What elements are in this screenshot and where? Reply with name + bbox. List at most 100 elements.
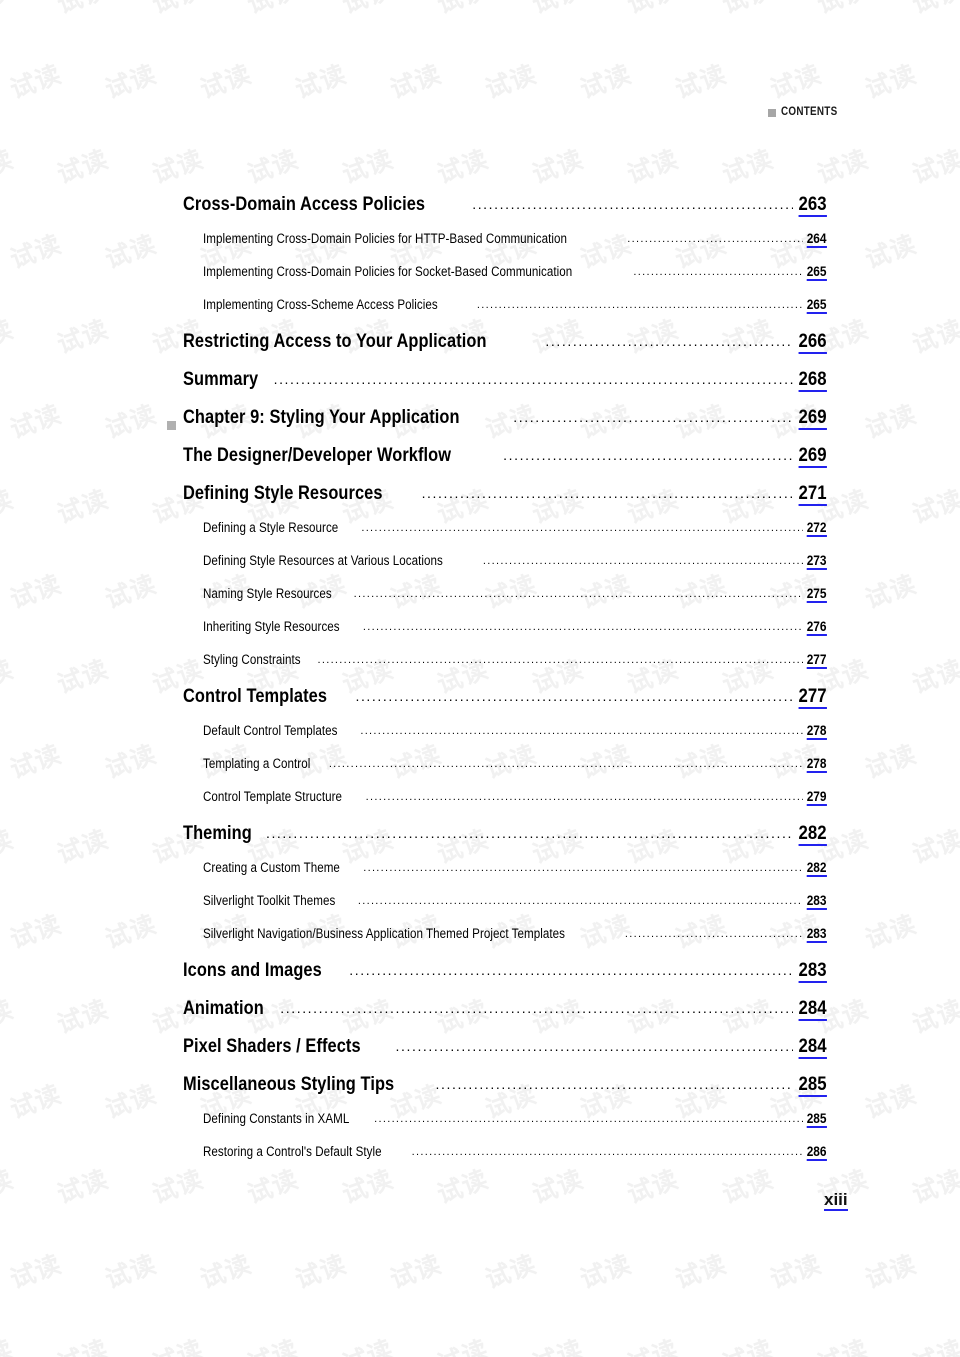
- toc-entry[interactable]: Implementing Cross-Scheme Access Policie…: [167, 297, 827, 330]
- toc-entry-title: Pixel Shaders / Effects: [183, 1035, 361, 1057]
- toc-page-number[interactable]: 285: [799, 1074, 827, 1097]
- toc-entry[interactable]: Summary.................................…: [167, 368, 827, 406]
- toc-entry-title: Chapter 9: Styling Your Application: [183, 406, 460, 428]
- page-number-folio: xiii: [824, 1190, 848, 1211]
- toc-page-number[interactable]: 277: [807, 653, 827, 669]
- toc-page-number[interactable]: 272: [807, 521, 827, 537]
- toc-page-number[interactable]: 263: [799, 194, 827, 217]
- toc-entry-title: Implementing Cross-Scheme Access Policie…: [203, 297, 438, 312]
- toc-entry-title: Restricting Access to Your Application: [183, 330, 487, 352]
- toc-entry[interactable]: Naming Style Resources..................…: [167, 586, 827, 619]
- toc-page-number[interactable]: 284: [799, 1036, 827, 1059]
- toc-leader-dots: ........................................…: [435, 1076, 793, 1092]
- toc-page-number[interactable]: 275: [807, 587, 827, 603]
- toc-leader-dots: ........................................…: [362, 621, 804, 633]
- toc-entry[interactable]: Silverlight Toolkit Themes..............…: [167, 893, 827, 926]
- toc-entry[interactable]: Animation...............................…: [167, 997, 827, 1035]
- toc-page-number[interactable]: 265: [807, 265, 827, 281]
- toc-leader-dots: ........................................…: [273, 371, 794, 387]
- toc-entry-title: Creating a Custom Theme: [203, 860, 340, 875]
- toc-page-number[interactable]: 284: [799, 998, 827, 1021]
- toc-page-number[interactable]: 285: [807, 1112, 827, 1128]
- toc-entry-title: Restoring a Control's Default Style: [203, 1144, 382, 1159]
- toc-entry[interactable]: Control Template Structure..............…: [167, 789, 827, 822]
- toc-entry[interactable]: Styling Constraints.....................…: [167, 652, 827, 685]
- chapter-bullet-icon: [167, 420, 183, 430]
- running-head: CONTENTS: [768, 106, 847, 118]
- toc-entry-title: Defining a Style Resource: [203, 520, 339, 535]
- toc-entry[interactable]: Defining Style Resources at Various Loca…: [167, 553, 827, 586]
- toc-entry[interactable]: Creating a Custom Theme.................…: [167, 860, 827, 893]
- toc-entry[interactable]: Cross-Domain Access Policies............…: [167, 193, 827, 231]
- square-bullet-icon: [768, 109, 777, 117]
- toc-leader-dots: ........................................…: [482, 555, 804, 567]
- toc-page-number[interactable]: 283: [807, 927, 827, 943]
- document-page: CONTENTS Cross-Domain Access Policies...…: [0, 0, 960, 1357]
- toc-entry[interactable]: Restricting Access to Your Application..…: [167, 330, 827, 368]
- toc-entry-title: Control Templates: [183, 685, 328, 707]
- toc-entry[interactable]: Defining Constants in XAML..............…: [167, 1111, 827, 1144]
- toc-page-number[interactable]: 279: [807, 790, 827, 806]
- toc-leader-dots: ........................................…: [361, 522, 803, 534]
- toc-entry[interactable]: Icons and Images........................…: [167, 959, 827, 997]
- toc-leader-dots: ........................................…: [353, 588, 804, 600]
- toc-entry-title: Silverlight Navigation/Business Applicat…: [203, 926, 565, 941]
- toc-page-number[interactable]: 269: [799, 407, 827, 430]
- toc-entry[interactable]: Control Templates.......................…: [167, 685, 827, 723]
- square-bullet-icon: [167, 420, 176, 430]
- toc-entry[interactable]: Restoring a Control's Default Style.....…: [167, 1144, 827, 1177]
- toc-page-number[interactable]: 282: [799, 823, 827, 846]
- toc-leader-dots: ........................................…: [545, 333, 793, 349]
- toc-entry[interactable]: Implementing Cross-Domain Policies for S…: [167, 264, 827, 297]
- toc-leader-dots: ........................................…: [503, 447, 793, 463]
- toc-entry[interactable]: Defining Style Resources................…: [167, 482, 827, 520]
- toc-page-number[interactable]: 264: [807, 232, 827, 248]
- toc-entry[interactable]: Defining a Style Resource...............…: [167, 520, 827, 553]
- toc-entry[interactable]: Templating a Control....................…: [167, 756, 827, 789]
- toc-entry-title: Default Control Templates: [203, 723, 338, 738]
- toc-entry[interactable]: Silverlight Navigation/Business Applicat…: [167, 926, 827, 959]
- toc-page-number[interactable]: 273: [807, 554, 827, 570]
- toc-entry[interactable]: Miscellaneous Styling Tips..............…: [167, 1073, 827, 1111]
- toc-page-number[interactable]: 266: [799, 331, 827, 354]
- toc-leader-dots: ........................................…: [363, 862, 804, 874]
- toc-page-number[interactable]: 282: [807, 861, 827, 877]
- toc-leader-dots: ........................................…: [357, 895, 804, 907]
- toc-page-number[interactable]: 268: [799, 369, 827, 392]
- toc-leader-dots: ........................................…: [349, 962, 794, 978]
- toc-leader-dots: ........................................…: [328, 758, 804, 770]
- toc-page-number[interactable]: 278: [807, 724, 827, 740]
- toc-page-number[interactable]: 269: [799, 445, 827, 468]
- toc-entry-title: Theming: [183, 822, 252, 844]
- toc-leader-dots: ........................................…: [365, 791, 804, 803]
- toc-entry-title: Inheriting Style Resources: [203, 619, 340, 634]
- toc-leader-dots: ........................................…: [633, 266, 804, 278]
- toc-leader-dots: ........................................…: [374, 1113, 804, 1125]
- toc-page-number[interactable]: 283: [799, 960, 827, 983]
- toc-page-number[interactable]: 278: [807, 757, 827, 773]
- toc-page-number[interactable]: 283: [807, 894, 827, 910]
- toc-entry[interactable]: The Designer/Developer Workflow.........…: [167, 444, 827, 482]
- toc-entry[interactable]: Inheriting Style Resources..............…: [167, 619, 827, 652]
- toc-entry-title: Implementing Cross-Domain Policies for S…: [203, 264, 573, 279]
- toc-entry[interactable]: Pixel Shaders / Effects.................…: [167, 1035, 827, 1073]
- toc-page-number[interactable]: 271: [799, 483, 827, 506]
- toc-entry[interactable]: Implementing Cross-Domain Policies for H…: [167, 231, 827, 264]
- toc-page-number[interactable]: 265: [807, 298, 827, 314]
- toc-entry[interactable]: Default Control Templates...............…: [167, 723, 827, 756]
- table-of-contents: Cross-Domain Access Policies............…: [167, 193, 827, 1177]
- toc-entry[interactable]: Theming.................................…: [167, 822, 827, 860]
- toc-entry-title: Icons and Images: [183, 959, 322, 981]
- toc-leader-dots: ........................................…: [265, 825, 794, 841]
- toc-page-number[interactable]: 276: [807, 620, 827, 636]
- running-head-label: CONTENTS: [781, 106, 838, 118]
- toc-page-number[interactable]: 286: [807, 1145, 827, 1161]
- toc-entry-title: Summary: [183, 368, 259, 390]
- toc-entry-title: Control Template Structure: [203, 789, 343, 804]
- toc-entry-title: Miscellaneous Styling Tips: [183, 1073, 395, 1095]
- toc-page-number[interactable]: 277: [799, 686, 827, 709]
- toc-entry-title: Cross-Domain Access Policies: [183, 193, 426, 215]
- toc-entry-title: Templating a Control: [203, 756, 311, 771]
- toc-leader-dots: ........................................…: [472, 196, 794, 212]
- toc-entry[interactable]: Chapter 9: Styling Your Application.....…: [167, 406, 827, 444]
